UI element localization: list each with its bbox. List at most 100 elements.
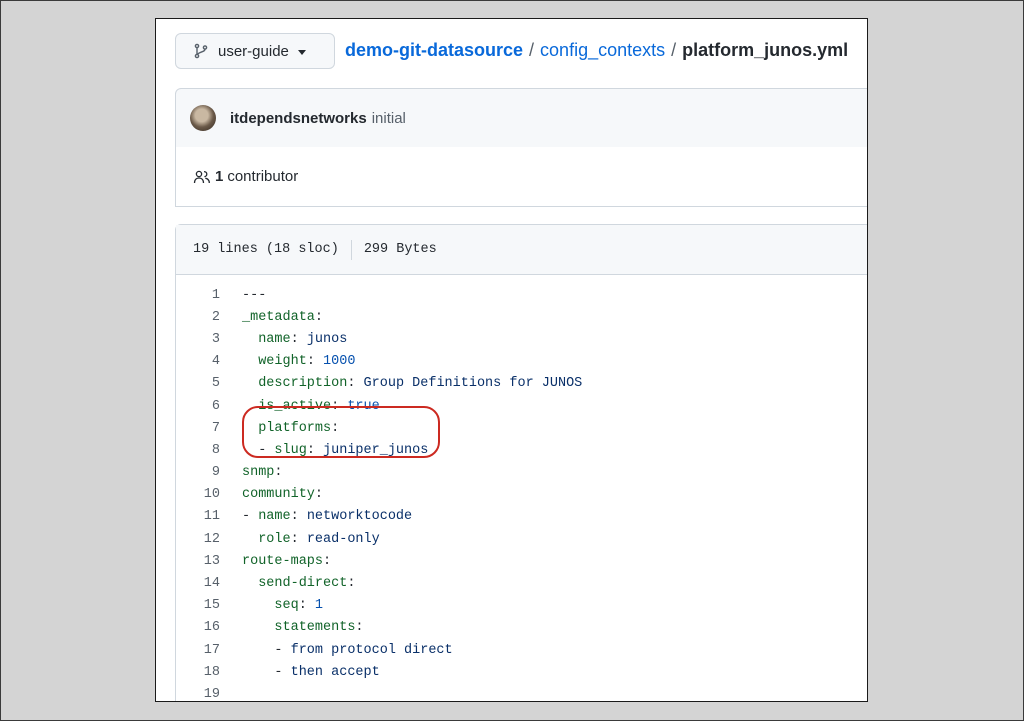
branch-selector-button[interactable]: user-guide (175, 33, 335, 69)
code-colon: : (290, 531, 299, 547)
code-line: 12 role: read-only (176, 528, 582, 550)
code-line: 14 send-direct: (176, 572, 582, 594)
code-value: juniper_junos (314, 442, 429, 458)
line-number[interactable]: 4 (176, 354, 220, 369)
contributor-count: 1 (215, 168, 224, 185)
code-line: 4 weight: 1000 (176, 351, 582, 373)
code-value: junos (298, 331, 348, 347)
code-key: slug (274, 442, 307, 458)
code-list-dash: - (242, 509, 259, 525)
breadcrumb-file-name: platform_junos.yml (682, 40, 849, 60)
line-number[interactable]: 13 (176, 554, 220, 569)
breadcrumb: demo-git-datasource / config_contexts / … (345, 40, 848, 61)
line-number[interactable]: 15 (176, 598, 220, 613)
code-key: platforms (258, 420, 332, 436)
git-branch-icon (193, 43, 209, 59)
line-number[interactable]: 2 (176, 310, 220, 325)
line-number[interactable]: 17 (176, 643, 220, 658)
contributor-label: contributor (227, 168, 299, 185)
line-number[interactable]: 3 (176, 332, 220, 347)
code-line: 19 (176, 683, 582, 701)
contributors-bar[interactable]: 1 contributor (175, 147, 867, 207)
code-line: 1 --- (176, 284, 582, 306)
code-text: community: (220, 487, 323, 502)
code-key: weight (258, 354, 307, 370)
breadcrumb-folder-link[interactable]: config_contexts (540, 40, 665, 61)
code-line: 10 community: (176, 484, 582, 506)
code-line: 13 route-maps: (176, 550, 582, 572)
code-colon: : (331, 420, 340, 436)
github-file-view: user-guide demo-git-datasource / config_… (155, 18, 868, 702)
code-line: 18 - then accept (176, 661, 582, 683)
code-key: route-maps (242, 553, 324, 569)
code-line: 15 seq: 1 (176, 595, 582, 617)
code-list-dash: - (274, 664, 291, 680)
code-colon: : (274, 465, 283, 481)
file-line-count: 19 lines (18 sloc) (193, 242, 339, 257)
line-number[interactable]: 7 (176, 421, 220, 436)
breadcrumb-separator: / (529, 40, 535, 60)
code-line: 7 platforms: (176, 417, 582, 439)
code-key: seq (274, 598, 299, 614)
line-number[interactable]: 18 (176, 665, 220, 680)
line-number[interactable]: 5 (176, 376, 220, 391)
code-text: is_active: true (220, 399, 380, 414)
code-colon: : (314, 487, 324, 503)
code-line: 8 - slug: juniper_junos (176, 439, 582, 461)
line-number[interactable]: 11 (176, 509, 220, 524)
code-key: description (258, 376, 348, 392)
line-number[interactable]: 8 (176, 443, 220, 458)
code-line: 17 - from protocol direct (176, 639, 582, 661)
code-view: 1 --- 2 _metadata: 3 name: junos 4 weight: 10… (176, 284, 582, 701)
file-size: 299 Bytes (363, 242, 437, 257)
code-colon: : (347, 576, 356, 592)
code-line: 11- name: networktocode (176, 506, 582, 528)
code-colon: : (306, 354, 315, 370)
code-value: read-only (298, 531, 380, 547)
header-divider (350, 239, 352, 260)
code-colon: : (323, 553, 332, 569)
line-number[interactable]: 10 (176, 487, 220, 502)
code-colon: : (314, 309, 324, 325)
code-colon: : (306, 442, 315, 458)
line-number[interactable]: 1 (176, 288, 220, 303)
line-number[interactable]: 9 (176, 465, 220, 480)
code-key: community (242, 487, 315, 503)
commit-message-link[interactable]: initial (372, 110, 406, 127)
code-colon: : (298, 598, 307, 614)
file-info-header: 19 lines (18 sloc) 299 Bytes (176, 225, 867, 275)
code-text: name: junos (220, 332, 347, 347)
commit-author-link[interactable]: itdependsnetworks (230, 110, 367, 127)
code-list-dash: - (258, 442, 275, 458)
code-text: snmp: (220, 465, 283, 480)
code-text: platforms: (220, 421, 339, 436)
branch-label: user-guide (218, 42, 289, 60)
code-key: snmp (242, 465, 275, 481)
avatar[interactable] (190, 105, 216, 131)
line-number[interactable]: 19 (176, 687, 220, 701)
code-value: networktocode (298, 509, 413, 525)
code-text: - name: networktocode (220, 509, 412, 524)
code-key: is_active (258, 398, 332, 414)
code-text: - slug: juniper_junos (220, 443, 428, 458)
breadcrumb-separator: / (671, 40, 677, 60)
line-number[interactable]: 14 (176, 576, 220, 591)
code-key: statements (274, 620, 356, 636)
caret-down-icon (297, 49, 306, 55)
line-number[interactable]: 12 (176, 532, 220, 547)
line-number[interactable]: 16 (176, 620, 220, 635)
line-number[interactable]: 6 (176, 399, 220, 414)
code-line: 6 is_active: true (176, 395, 582, 417)
code-key: name (258, 331, 291, 347)
code-value: true (339, 398, 380, 414)
breadcrumb-repo-link[interactable]: demo-git-datasource (345, 40, 523, 61)
code-text: _metadata: (220, 310, 323, 325)
